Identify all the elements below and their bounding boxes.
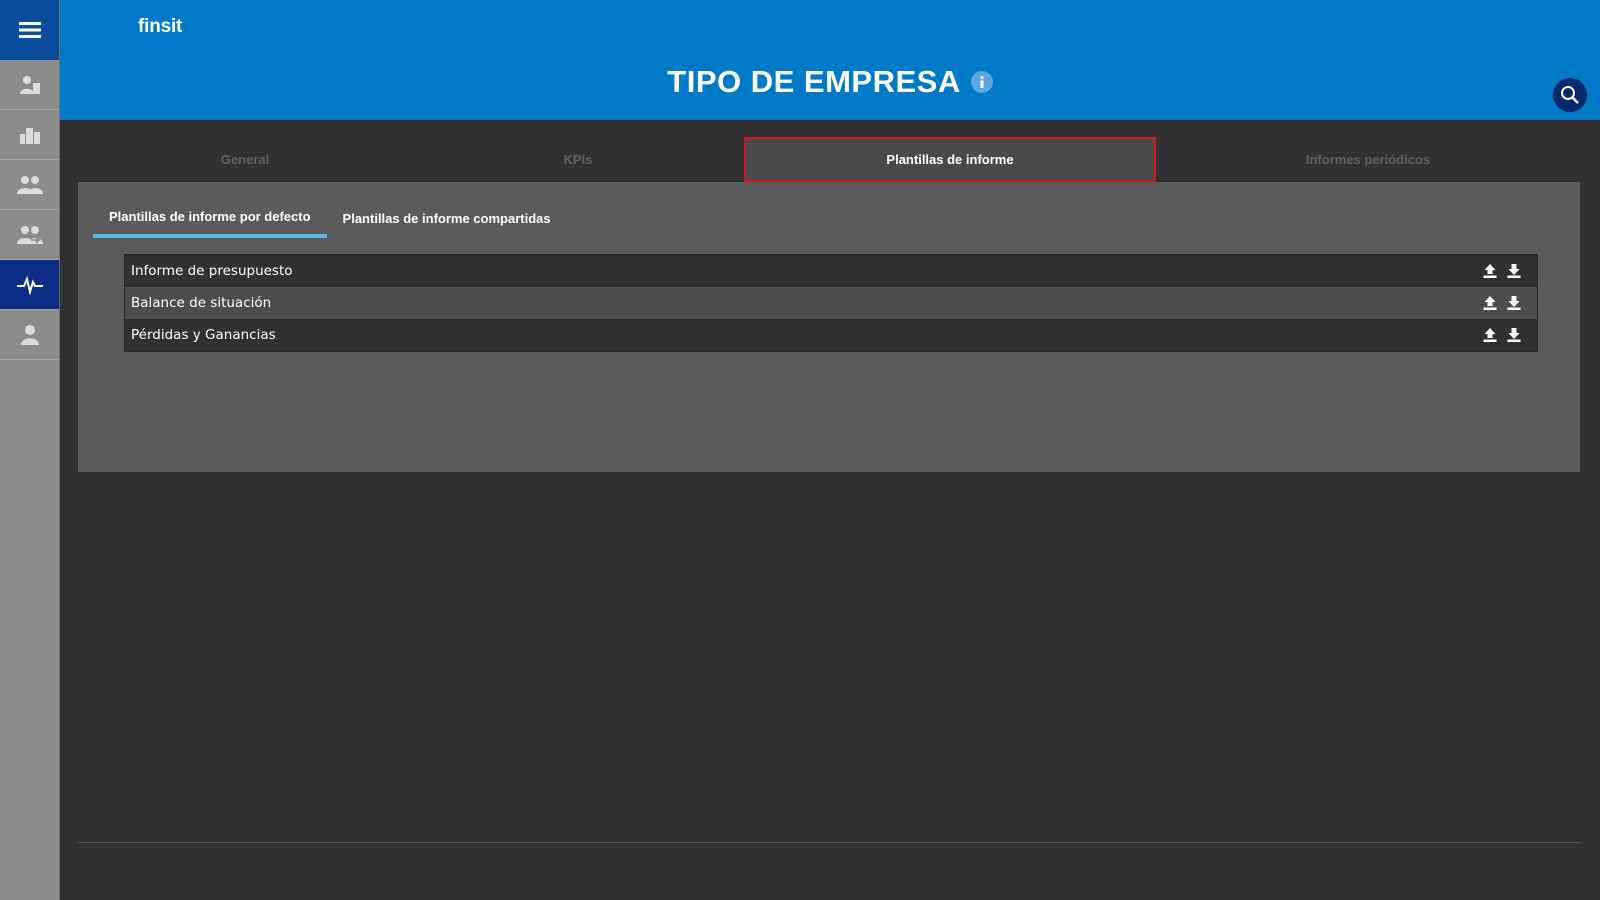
search-icon [1561,86,1579,104]
page-title: TIPO DE EMPRESA [667,64,961,99]
download-icon [1507,296,1521,310]
upload-button[interactable] [1482,295,1498,311]
download-button[interactable] [1506,263,1522,279]
people-share-icon [16,225,43,244]
sidebar-item-clients[interactable] [0,60,59,110]
header: finsit TIPO DE EMPRESA [60,0,1600,120]
row-actions [1482,263,1522,279]
download-icon [1507,264,1521,278]
footer-divider [78,842,1580,843]
table-row[interactable]: Balance de situación [125,287,1537,319]
upload-icon [1483,296,1497,310]
download-button[interactable] [1506,295,1522,311]
tab-general[interactable]: General [78,137,412,182]
user-icon [20,324,39,345]
row-actions [1482,327,1522,343]
table-row[interactable]: Informe de presupuesto [125,255,1537,287]
sidebar [0,0,60,900]
row-actions [1482,295,1522,311]
main-tabs: General KPIs Plantillas de informe Infor… [78,137,1580,186]
template-name: Balance de situación [131,295,272,311]
subtab-shared-templates[interactable]: Plantillas de informe compartidas [327,198,567,238]
upload-button[interactable] [1482,263,1498,279]
sidebar-item-companies[interactable] [0,110,59,160]
app-logo: finsit [138,16,183,37]
content-panel: Plantillas de informe por defecto Planti… [78,182,1580,472]
upload-icon [1483,264,1497,278]
tab-kpis[interactable]: KPIs [412,137,744,182]
sidebar-item-groups[interactable] [0,160,59,210]
buildings-icon [19,127,40,144]
sidebar-item-activity[interactable] [0,260,59,310]
template-name: Pérdidas y Ganancias [131,327,276,343]
info-icon[interactable] [970,71,993,93]
upload-icon [1483,328,1497,342]
search-button[interactable] [1553,78,1587,112]
tab-plantillas-de-informe[interactable]: Plantillas de informe [744,137,1156,186]
hamburger-menu-icon [18,22,41,38]
download-button[interactable] [1506,327,1522,343]
table-row[interactable]: Pérdidas y Ganancias [125,319,1537,351]
template-name: Informe de presupuesto [131,263,293,279]
sidebar-item-user[interactable] [0,310,59,360]
upload-button[interactable] [1482,327,1498,343]
title-wrap: TIPO DE EMPRESA [60,64,1600,100]
template-list: Informe de presupuesto Balance de situac… [124,254,1538,352]
person-building-icon [19,75,40,94]
download-icon [1507,328,1521,342]
sidebar-item-shared-groups[interactable] [0,210,59,260]
subtabs: Plantillas de informe por defecto Planti… [93,198,567,238]
pulse-icon [16,275,43,295]
menu-button[interactable] [0,0,59,60]
tab-informes-periodicos[interactable]: Informes periódicos [1156,137,1580,182]
subtab-default-templates[interactable]: Plantillas de informe por defecto [93,198,327,238]
people-icon [16,175,43,194]
